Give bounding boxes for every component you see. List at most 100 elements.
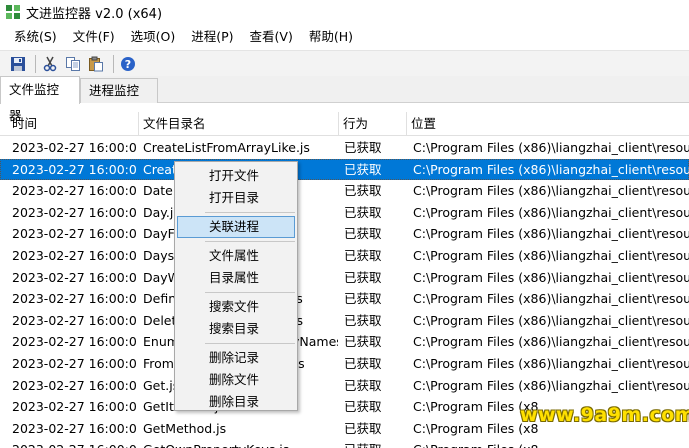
menu-process[interactable]: 进程(P) [183, 24, 241, 50]
table-row[interactable]: 2023-02-27 16:00:05 Day.js 已获取 C:\Program F… [0, 202, 689, 224]
context-menu-separator [205, 241, 295, 242]
cell-location: C:\Program Files (x86)\liangzhai_client\… [413, 226, 689, 242]
cell-action: 已获取 [344, 312, 382, 328]
cell-time: 2023-02-27 16:00:05 [12, 420, 136, 436]
help-button[interactable]: ? [118, 54, 138, 74]
help-icon: ? [121, 56, 135, 71]
context-menu-item[interactable]: 搜索目录 [177, 318, 295, 340]
cell-location: C:\Program Files (x86)\liangzhai_client\… [413, 204, 689, 220]
table-row[interactable]: 2023-02-27 16:00:05DeletePropertyOrThrow… [0, 310, 689, 332]
tab-process-monitor[interactable]: 进程监控器 [80, 78, 158, 122]
cell-time: 2023-02-27 16:00:05 [8, 439, 136, 448]
table-row[interactable]: 2023-02-27 16:00:05DaysInYear.js已获取C:\Pr… [0, 245, 689, 267]
context-menu-item[interactable]: 搜索文件 [177, 296, 295, 318]
cell-action: 已获取 [344, 291, 382, 307]
cut-button[interactable] [40, 54, 60, 74]
svg-text:?: ? [125, 58, 131, 71]
cell-action: 已获取 [344, 269, 382, 285]
cell-action: 已获取 [344, 204, 382, 220]
cell-time: 2023-02-27 16:00:05 [12, 140, 136, 155]
cell-time: 2023-02-27 16:00:05 [12, 334, 136, 350]
tab-strip: 文件监控器 进程监控器 [0, 76, 689, 123]
grid-header: 时间 文件目录名 行为 位置 [0, 112, 689, 136]
cut-icon [43, 56, 57, 71]
menu-view[interactable]: 查看(V) [242, 24, 301, 50]
table-row[interactable]: 2023-02-27 16:00:05 CreateListFromArrayLi… [0, 137, 689, 159]
cell-action: 已获取 [344, 226, 382, 242]
cell-time: 2023-02-27 16:00:05 [12, 312, 136, 328]
toolbar: ? [0, 50, 689, 76]
cell-time: 2023-02-27 16:00:05 [12, 183, 136, 199]
context-menu-item[interactable]: 目录属性 [177, 267, 295, 289]
paste-button[interactable] [86, 54, 106, 74]
cell-time: 2023-02-27 16:00:05 [12, 161, 136, 177]
cell-action: 已获取 [344, 140, 382, 155]
cell-action: 已获取 [344, 399, 382, 415]
cell-action: 已获取 [344, 183, 382, 199]
cell-name: GetOwnPropertyKeys.js [139, 439, 338, 448]
table-row[interactable]: 2023-02-27 16:00:05DateFromTime.js已获取C:\… [0, 180, 689, 202]
table-row[interactable]: 2023-02-27 16:00:05GetOwnPropertyKeys.js… [0, 439, 689, 448]
tab-file-monitor[interactable]: 文件监控器 [0, 76, 80, 123]
table-row[interactable]: 2023-02-27 16:00:05FromPropertyDescripto… [0, 353, 689, 375]
context-menu-item[interactable]: 文件属性 [177, 245, 295, 267]
cell-time: 2023-02-27 16:00:05 [12, 269, 136, 285]
title-bar: 文进监控器 v2.0 (x64) [0, 0, 689, 24]
cell-time: 2023-02-27 16:00:05 [12, 204, 136, 220]
table-row[interactable]: 2023-02-27 16:00:05DayWithinYear.js已获取C:… [0, 267, 689, 289]
context-menu-separator [205, 212, 295, 213]
cell-name: CreateListFromArrayLike.js [143, 140, 310, 155]
cell-time: 2023-02-27 16:00:05 [12, 248, 136, 263]
column-header-location[interactable]: 位置 [407, 112, 689, 136]
cell-location: C:\Program Files (x86)\liangzhai_client\… [413, 291, 689, 307]
save-button[interactable] [8, 54, 28, 74]
context-menu-item[interactable]: 打开目录 [177, 187, 295, 209]
context-menu-item[interactable]: 删除记录 [177, 347, 295, 369]
table-row[interactable]: 2023-02-27 16:00:05EnumerableOwnProperty… [0, 331, 689, 353]
cell-time: 2023-02-27 16:00:05 [12, 356, 136, 371]
menu-options[interactable]: 选项(O) [123, 24, 184, 50]
cell-action: 已获取 [344, 377, 382, 393]
menu-bar: 系统(S) 文件(F) 选项(O) 进程(P) 查看(V) 帮助(H) [0, 24, 689, 50]
cell-location: C:\Program Files (x86)\liangzhai_client\… [413, 183, 689, 199]
context-menu-item[interactable]: 打开文件 [177, 165, 295, 187]
menu-file[interactable]: 文件(F) [65, 24, 123, 50]
column-header-time[interactable]: 时间 [8, 112, 139, 136]
cell-action: 已获取 [344, 334, 382, 350]
cell-time: 2023-02-27 16:00:05 [12, 226, 136, 242]
table-row[interactable]: 2023-02-27 16:00:05CreateMethodProperty.… [0, 158, 689, 181]
cell-location: C:\Program Files (x86)\liangzhai_client\… [413, 140, 689, 155]
column-header-name[interactable]: 文件目录名 [139, 112, 339, 136]
cell-location: C:\Program Files (x86)\liangzhai_client\… [413, 248, 689, 263]
cell-time: 2023-02-27 16:00:05 [12, 291, 136, 307]
cell-location: C:\Program Files (x86)\liangzhai_client\… [413, 356, 689, 371]
cell-location: C:\Program Files (x86)\liangzhai_client\… [413, 269, 689, 285]
table-row[interactable]: 2023-02-27 16:00:05 Get.js 已获取 C:\Program F… [0, 375, 689, 397]
context-menu-item[interactable]: 关联进程 [177, 216, 295, 238]
watermark: www.9a9m.com [520, 404, 689, 426]
context-menu-item[interactable]: 删除目录 [177, 391, 295, 413]
cell-name: GetMethod.js [143, 420, 227, 436]
save-icon [11, 56, 25, 71]
toolbar-separator [113, 54, 114, 73]
cell-location: C:\Program Files (x86)\liangzhai_client\… [413, 334, 689, 350]
context-menu-item[interactable]: 删除文件 [177, 369, 295, 391]
window-title: 文进监控器 v2.0 (x64) [26, 6, 163, 22]
menu-help[interactable]: 帮助(H) [301, 24, 361, 50]
cell-action: 已获取 [344, 420, 382, 436]
table-row[interactable]: 2023-02-27 16:00:05DayFromYear.js已获取C:\P… [0, 223, 689, 245]
copy-button[interactable] [63, 54, 83, 74]
cell-location: C:\Program Files (x86)\liangzhai_client\… [413, 161, 689, 177]
cell-action: 已获取 [340, 439, 406, 448]
table-row[interactable]: 2023-02-27 16:00:05DefinePropertyOrThrow… [0, 288, 689, 310]
cell-action: 已获取 [344, 248, 382, 263]
context-menu-separator [205, 343, 295, 344]
paste-icon [89, 56, 103, 71]
column-header-action[interactable]: 行为 [339, 112, 407, 136]
menu-system[interactable]: 系统(S) [6, 24, 65, 50]
file-monitor-grid: 时间 文件目录名 行为 位置 2023-02-27 16:00:05 Create… [0, 103, 689, 448]
cell-action: 已获取 [344, 356, 382, 371]
cell-location: C:\Program Files (x8 [409, 439, 689, 448]
cell-time: 2023-02-27 16:00:05 [12, 399, 136, 415]
cell-location: C:\Program Files (x86)\liangzhai_client\… [413, 312, 689, 328]
